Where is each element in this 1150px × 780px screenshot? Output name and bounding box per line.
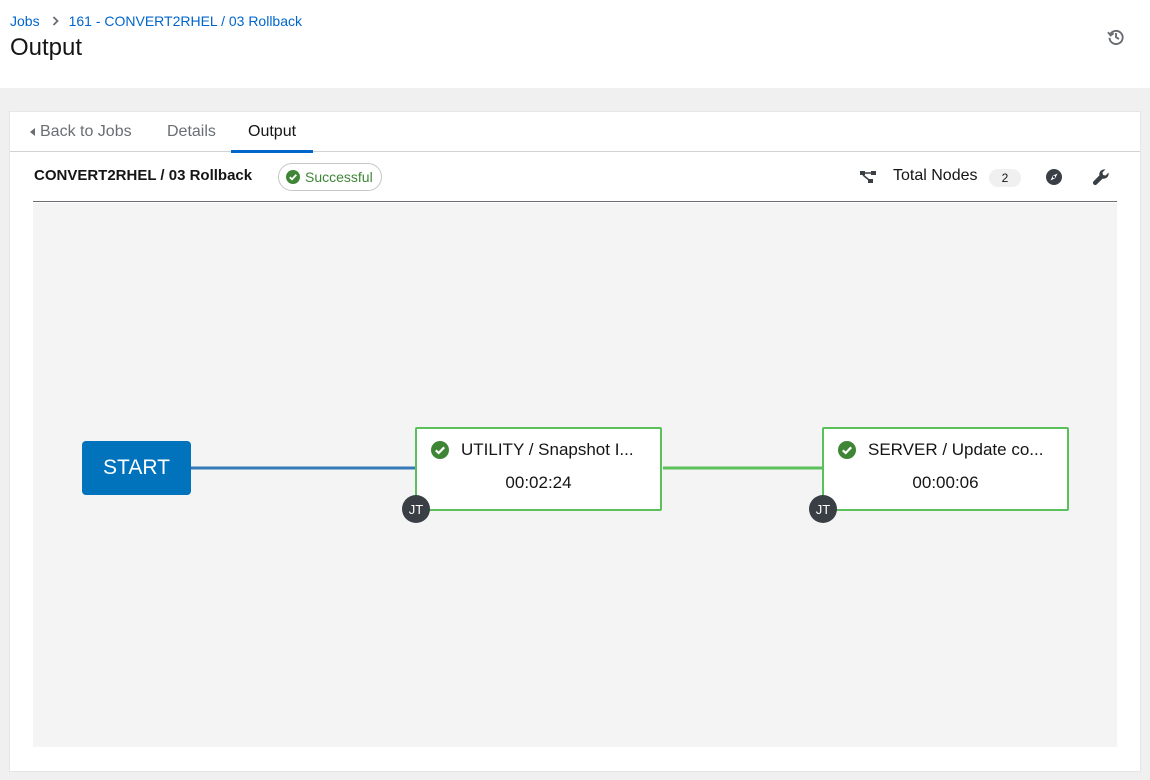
job-output-card: Back to Jobs Details Output CONVERT2RHEL…: [9, 111, 1141, 772]
workflow-toolbar: CONVERT2RHEL / 03 Rollback Successful To…: [33, 162, 1117, 202]
start-node[interactable]: START: [82, 441, 191, 495]
breadcrumb: Jobs 161 - CONVERT2RHEL / 03 Rollback: [10, 13, 302, 29]
compass-icon[interactable]: [1044, 167, 1064, 187]
topology-icon[interactable]: [858, 167, 878, 187]
tab-details[interactable]: Details: [167, 112, 216, 152]
tab-back-to-jobs[interactable]: Back to Jobs: [30, 112, 132, 152]
node-elapsed-time: 00:00:06: [912, 473, 979, 492]
total-nodes-label: Total Nodes: [893, 167, 978, 184]
job-template-badge: JT: [402, 495, 430, 523]
caret-left-icon: [30, 128, 35, 136]
workflow-node-utility-snapshot[interactable]: UTILITY / Snapshot I... 00:02:24: [415, 427, 662, 511]
workflow-canvas[interactable]: START UTILITY / Snapshot I... 00:02:24 J…: [33, 203, 1117, 747]
breadcrumb-jobs-link[interactable]: Jobs: [10, 13, 40, 29]
check-circle-icon: [431, 441, 449, 459]
node-elapsed-time: 00:02:24: [505, 473, 572, 492]
node-name: UTILITY / Snapshot I...: [461, 440, 634, 459]
status-label: Successful: [305, 169, 373, 185]
tab-output[interactable]: Output: [231, 112, 314, 153]
chevron-right-icon: [52, 16, 59, 26]
total-nodes-count: 2: [989, 169, 1021, 187]
check-circle-icon: [838, 441, 856, 459]
wrench-icon[interactable]: [1091, 167, 1111, 187]
status-badge: Successful: [278, 163, 382, 191]
breadcrumb-job-link[interactable]: 161 - CONVERT2RHEL / 03 Rollback: [69, 13, 302, 29]
page-header: Jobs 161 - CONVERT2RHEL / 03 Rollback Ou…: [0, 0, 1150, 88]
workflow-title: CONVERT2RHEL / 03 Rollback: [34, 167, 253, 184]
history-icon[interactable]: [1104, 25, 1128, 49]
page-title: Output: [10, 34, 83, 61]
job-tabs: Back to Jobs Details Output: [10, 112, 1140, 153]
node-name: SERVER / Update co...: [868, 440, 1044, 459]
check-circle-icon: [286, 170, 300, 184]
job-template-badge: JT: [809, 495, 837, 523]
tab-back-label: Back to Jobs: [40, 123, 132, 140]
workflow-node-server-update[interactable]: SERVER / Update co... 00:00:06: [822, 427, 1069, 511]
